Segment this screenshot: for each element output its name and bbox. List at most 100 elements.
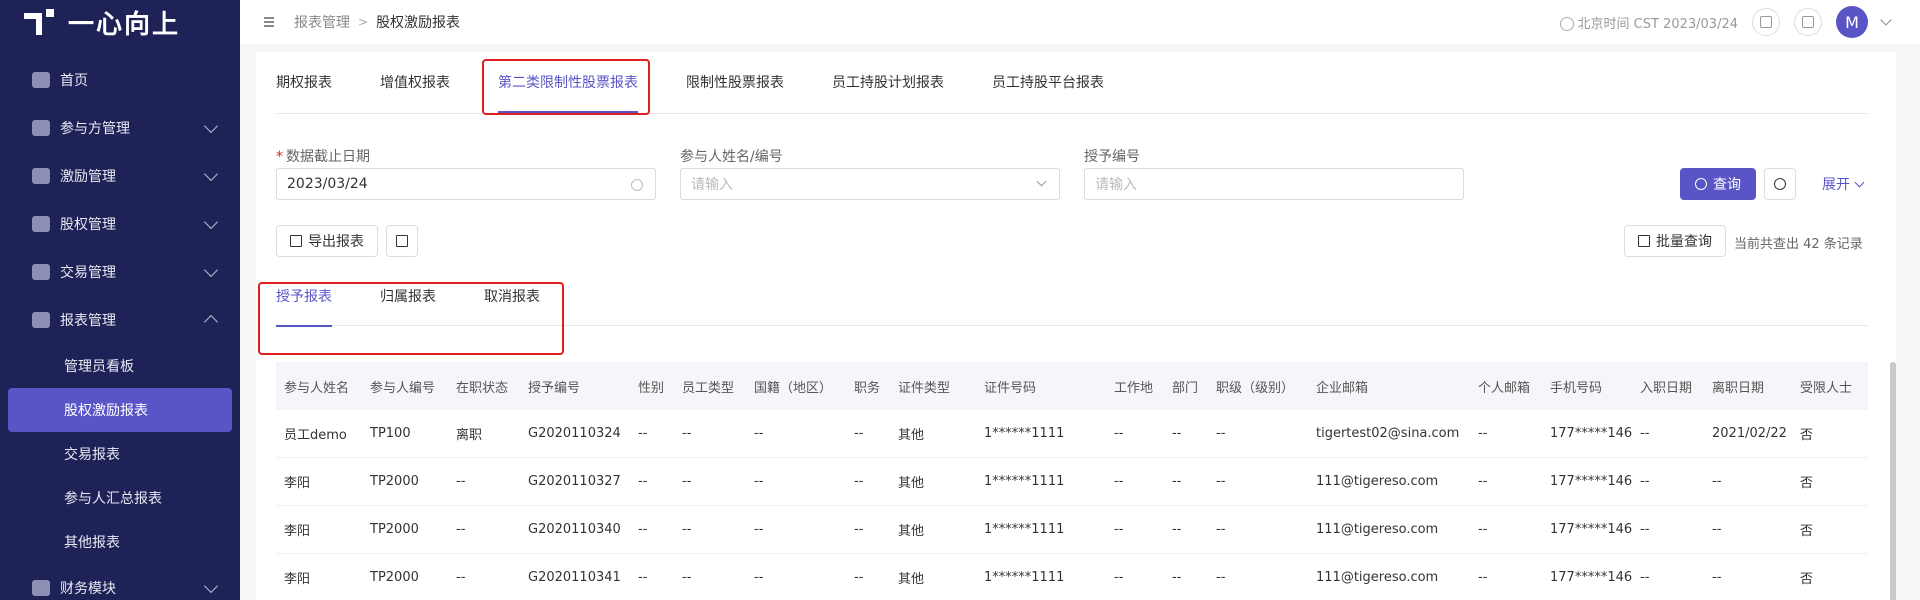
table-cell: TP2000 xyxy=(370,522,419,537)
chevron-down-icon xyxy=(203,262,219,278)
table-cell: -- xyxy=(1114,474,1124,489)
table-cell: -- xyxy=(1172,570,1182,585)
sidebar-sub-admin-board[interactable]: 管理员看板 xyxy=(0,344,240,388)
chevron-down-icon xyxy=(203,214,219,230)
chevron-down-icon xyxy=(1036,176,1047,187)
expand-button[interactable]: 展开 xyxy=(1822,174,1865,194)
query-button[interactable]: 查询 xyxy=(1680,168,1756,200)
tab-employee-stock-platform[interactable]: 员工持股平台报表 xyxy=(992,72,1104,92)
table-cell: -- xyxy=(1478,474,1488,489)
table-cell: -- xyxy=(754,426,764,441)
table-cell: -- xyxy=(682,426,692,441)
table-row[interactable]: 李阳 TP2000 -- G2020110327 -- -- -- -- 其他 1******11… xyxy=(276,458,1868,506)
date-field[interactable]: 2023/03/24 xyxy=(276,168,656,200)
sidebar-item-equity[interactable]: 股权管理 xyxy=(0,200,240,248)
finance-icon xyxy=(32,580,50,596)
shirt-button[interactable] xyxy=(1794,8,1822,36)
table-cell: -- xyxy=(854,522,864,537)
tab-options[interactable]: 期权报表 xyxy=(276,72,332,92)
tab-appreciation-rights[interactable]: 增值权报表 xyxy=(380,72,450,92)
column-header: 证件类型 xyxy=(898,380,951,396)
table-cell: G2020110340 xyxy=(528,522,621,537)
report-icon xyxy=(32,312,50,328)
chevron-down-icon[interactable] xyxy=(1880,14,1892,26)
logo-text: 一心向上 xyxy=(68,9,181,40)
table-cell: -- xyxy=(1114,426,1124,441)
table-cell: -- xyxy=(1712,474,1722,489)
sidebar-sub-participant-summary[interactable]: 参与人汇总报表 xyxy=(0,476,240,520)
table-row[interactable]: 李阳 TP2000 -- G2020110340 -- -- -- -- 其他 1******11… xyxy=(276,506,1868,554)
table-cell: -- xyxy=(1216,522,1226,537)
logo-icon xyxy=(24,7,58,37)
clipboard-button[interactable] xyxy=(1752,8,1780,36)
table-cell: -- xyxy=(854,426,864,441)
breadcrumb-parent[interactable]: 报表管理 xyxy=(294,12,350,32)
sidebar-item-reports[interactable]: 报表管理 xyxy=(0,296,240,344)
table-cell: 111@tigereso.com xyxy=(1316,474,1439,489)
sidebar-item-label: 报表管理 xyxy=(60,313,116,329)
table-row[interactable]: 李阳 TP2000 -- G2020110341 -- -- -- -- 其他 1******11… xyxy=(276,554,1868,600)
column-header: 性别 xyxy=(638,380,665,396)
table-cell: 其他 xyxy=(898,524,925,539)
export-report-button[interactable]: 导出报表 xyxy=(276,225,378,257)
main-panel: 期权报表 增值权报表 第二类限制性股票报表 限制性股票报表 员工持股计划报表 员… xyxy=(256,52,1896,600)
column-header: 国籍（地区） xyxy=(754,380,833,396)
grant-no-input[interactable]: 请输入 xyxy=(1084,168,1464,200)
table-cell: -- xyxy=(1712,522,1722,537)
batch-query-button[interactable]: 批量查询 xyxy=(1624,225,1726,257)
column-header: 在职状态 xyxy=(456,380,509,396)
table-cell: 1******1111 xyxy=(984,570,1065,585)
table-cell: -- xyxy=(1172,474,1182,489)
table-cell: 否 xyxy=(1800,572,1814,587)
equity-icon xyxy=(32,216,50,232)
top-header: 报表管理 > 股权激励报表 北京时间 CST 2023/03/24 M xyxy=(240,0,1920,44)
table-cell: -- xyxy=(754,474,764,489)
app-logo[interactable]: 一心向上 xyxy=(0,0,240,44)
column-settings-button[interactable] xyxy=(386,225,418,257)
column-header: 入职日期 xyxy=(1640,380,1693,396)
table-cell: -- xyxy=(638,522,648,537)
table-cell: -- xyxy=(456,474,466,489)
column-settings-icon xyxy=(396,235,408,247)
table-cell: -- xyxy=(1640,426,1650,441)
column-header: 员工类型 xyxy=(682,380,735,396)
sidebar-sub-trade-report[interactable]: 交易报表 xyxy=(0,432,240,476)
column-header: 受限人士 xyxy=(1800,380,1853,396)
table-cell: -- xyxy=(682,474,692,489)
table-cell: -- xyxy=(854,570,864,585)
table-cell: 其他 xyxy=(898,476,925,491)
sidebar-item-incentive[interactable]: 激励管理 xyxy=(0,152,240,200)
table-cell: -- xyxy=(1478,522,1488,537)
table-cell: -- xyxy=(638,426,648,441)
sidebar-sub-equity-report[interactable]: 股权激励报表 xyxy=(8,388,232,432)
sidebar-item-label: 首页 xyxy=(60,73,88,89)
table-cell: -- xyxy=(638,474,648,489)
sidebar-sub-other-reports[interactable]: 其他报表 xyxy=(0,520,240,564)
table-cell: 其他 xyxy=(898,572,925,587)
highlight-box-tab xyxy=(482,59,650,115)
sidebar-item-home[interactable]: 首页 xyxy=(0,56,240,104)
participant-select[interactable]: 请输入 xyxy=(680,168,1060,200)
sidebar-item-participants[interactable]: 参与方管理 xyxy=(0,104,240,152)
sidebar-item-finance[interactable]: 财务模块 xyxy=(0,564,240,600)
table-cell: -- xyxy=(456,522,466,537)
table-cell: 2021/02/22 xyxy=(1712,426,1787,441)
table-cell: -- xyxy=(1114,570,1124,585)
column-header: 离职日期 xyxy=(1712,380,1765,396)
column-header: 工作地 xyxy=(1114,380,1154,396)
table-cell: tigertest02@sina.com xyxy=(1316,426,1460,441)
grant-table: 参与人姓名 参与人编号 在职状态 授予编号 性别 员工类型 国籍（地区） 职务 证件类型 证件号码… xyxy=(276,362,1868,600)
table-cell: TP2000 xyxy=(370,570,419,585)
avatar[interactable]: M xyxy=(1836,6,1868,38)
table-cell: G2020110324 xyxy=(528,426,621,441)
table-row[interactable]: 员工demo TP100 离职 G2020110324 -- -- -- -- 其他 1*****… xyxy=(276,410,1868,458)
table-header: 参与人姓名 参与人编号 在职状态 授予编号 性别 员工类型 国籍（地区） 职务 证件类型 证件号码… xyxy=(276,362,1868,410)
sidebar-item-trade[interactable]: 交易管理 xyxy=(0,248,240,296)
table-cell: -- xyxy=(1216,570,1226,585)
tab-restricted-stock[interactable]: 限制性股票报表 xyxy=(686,72,784,92)
vertical-scrollbar[interactable] xyxy=(1890,362,1896,600)
tab-employee-stock-plan[interactable]: 员工持股计划报表 xyxy=(832,72,944,92)
collapse-menu-icon[interactable] xyxy=(260,16,274,28)
reset-button[interactable] xyxy=(1764,168,1796,200)
breadcrumb-current: 股权激励报表 xyxy=(376,15,461,31)
